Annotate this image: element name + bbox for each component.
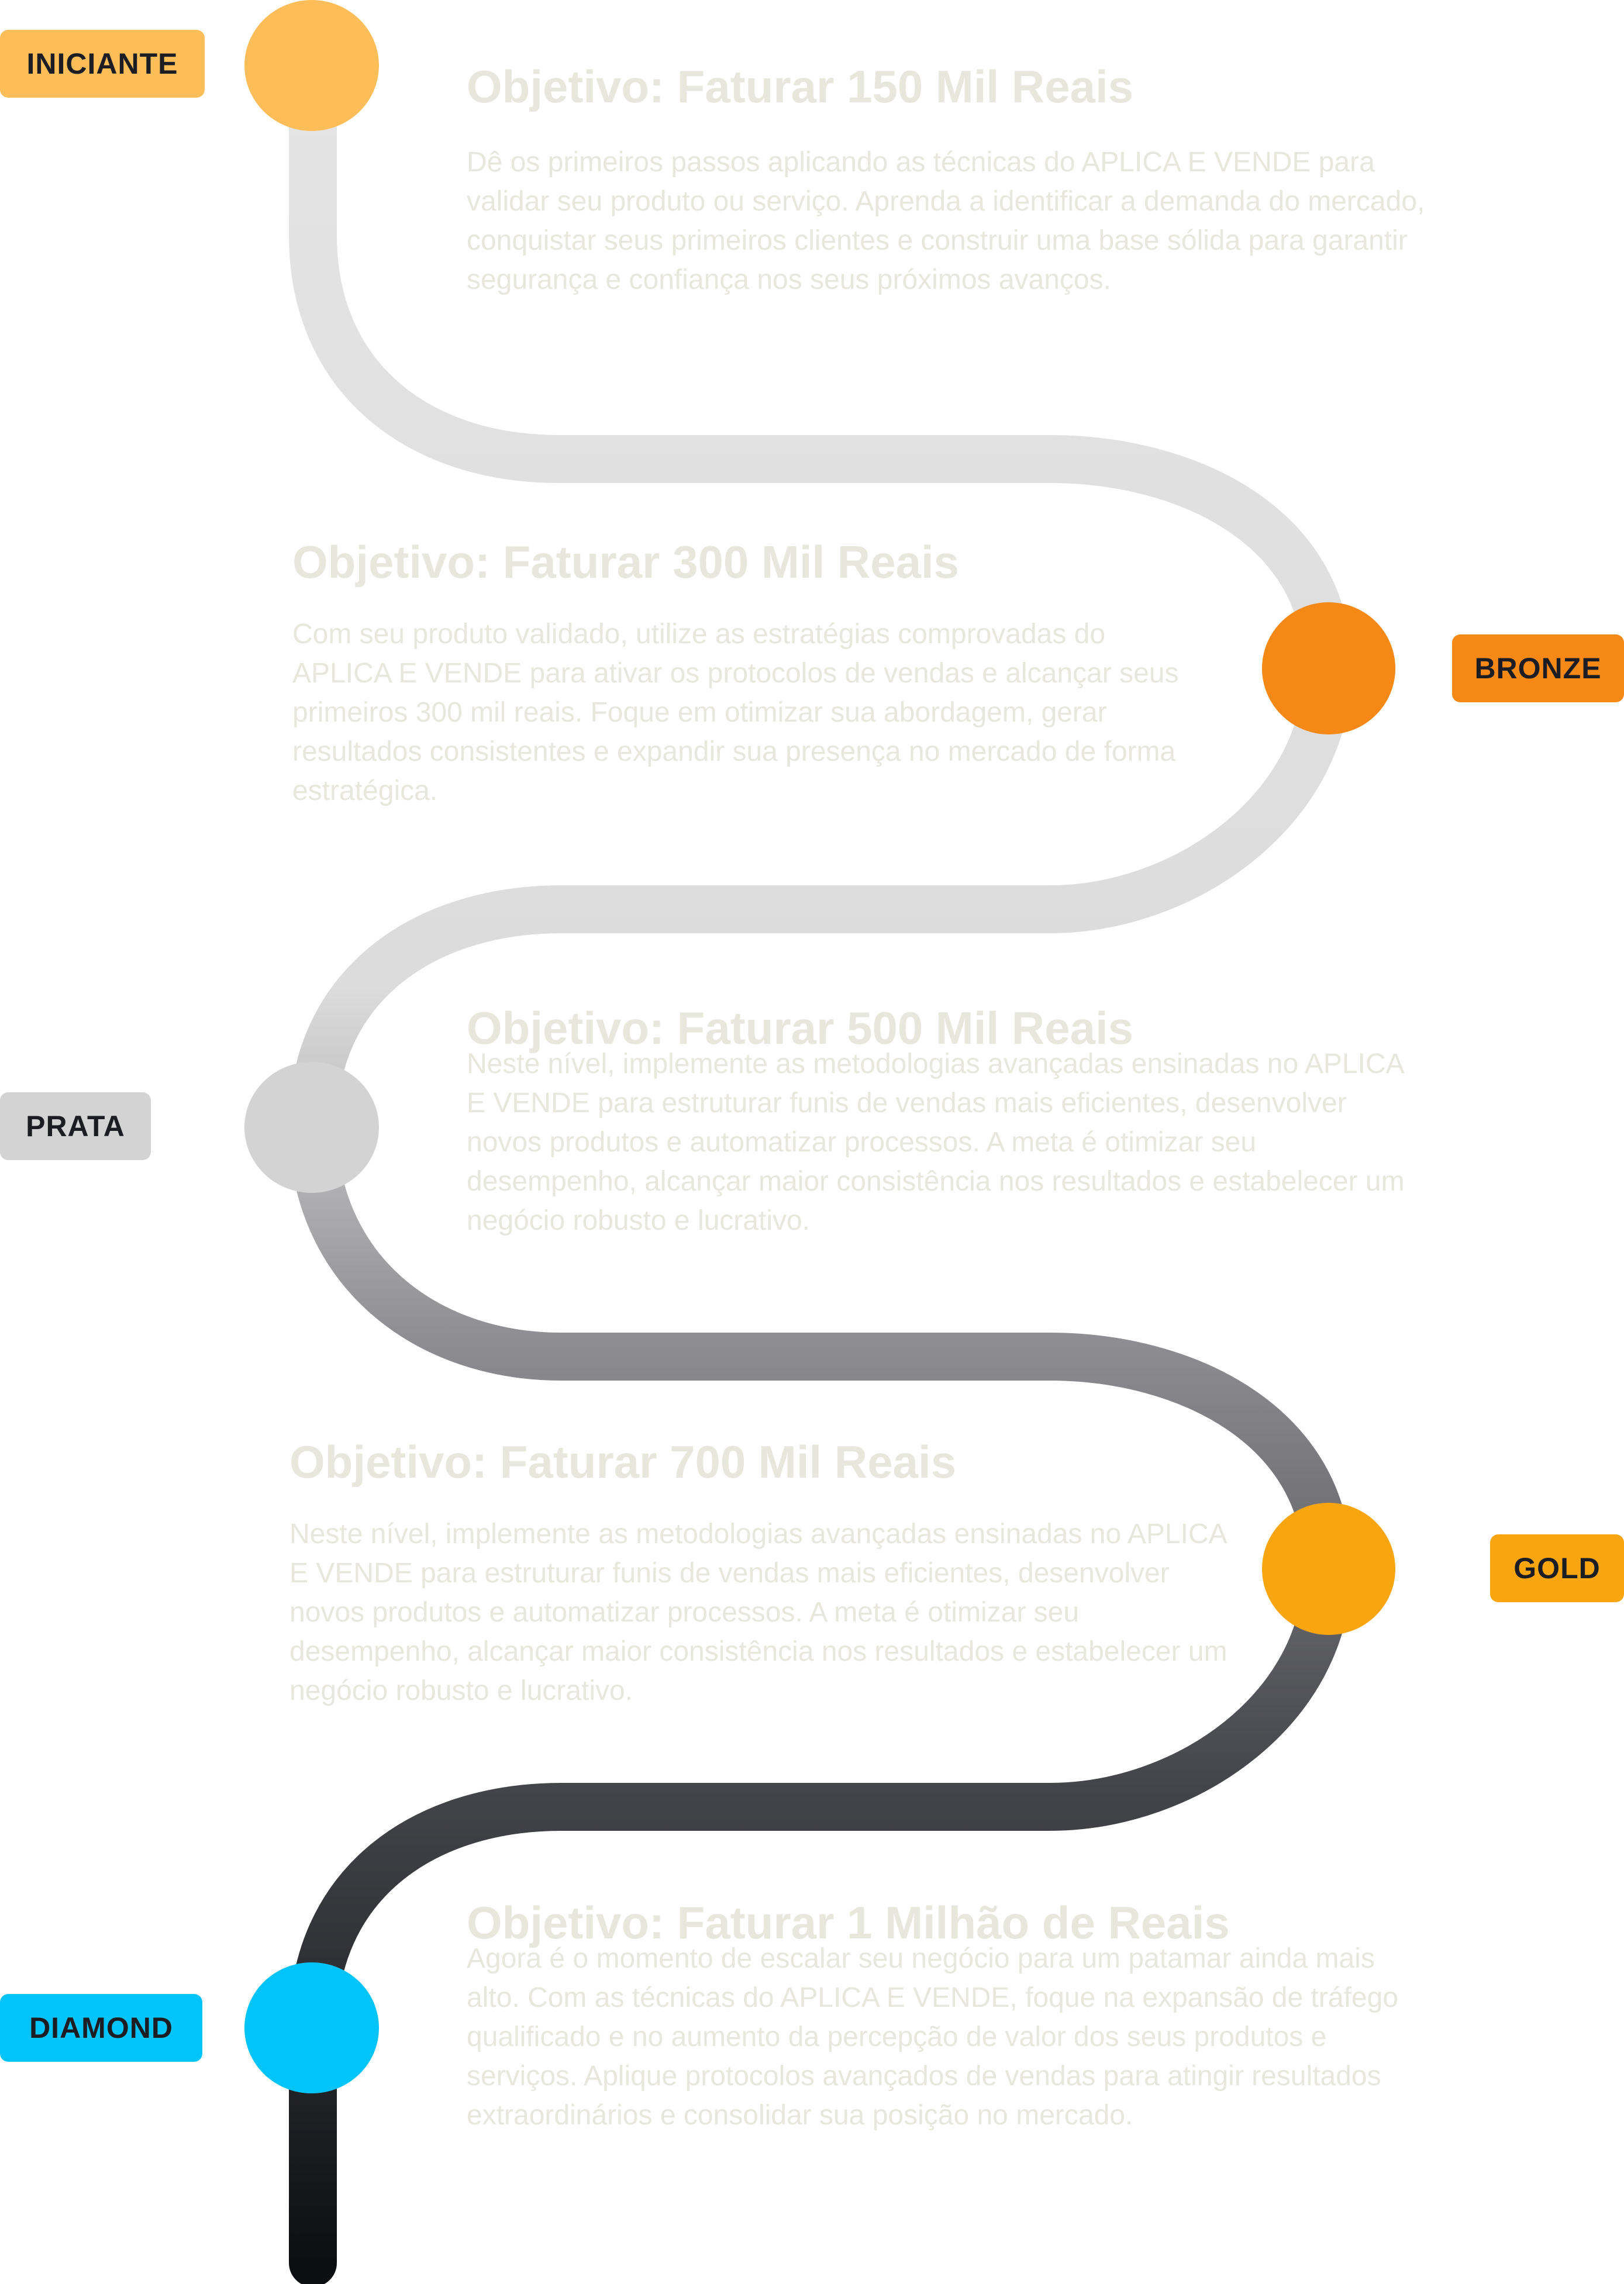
level-description-diamond: Agora é o momento de escalar seu negócio… bbox=[467, 1943, 1398, 2131]
level-badge-gold: GOLD bbox=[1490, 1534, 1624, 1602]
level-description-bronze: Com seu produto validado, utilize as est… bbox=[292, 619, 1179, 806]
level-node-gold bbox=[1262, 1503, 1395, 1635]
roadmap-diagram: INICIANTE Objetivo: Faturar 150 Mil Reai… bbox=[0, 0, 1624, 2284]
level-text-iniciante: Objetivo: Faturar 150 Mil Reais Dê os pr… bbox=[467, 58, 1437, 299]
level-description-prata: Neste nível, implemente as metodologias … bbox=[467, 1048, 1405, 1236]
level-text-gold: Objetivo: Faturar 700 Mil Reais Neste ní… bbox=[289, 1434, 1249, 1710]
level-node-bronze bbox=[1262, 602, 1395, 734]
level-description-gold: Neste nível, implemente as metodologias … bbox=[289, 1519, 1228, 1706]
level-badge-diamond: DIAMOND bbox=[0, 1994, 202, 2062]
level-node-prata bbox=[244, 1062, 379, 1193]
level-badge-iniciante: INICIANTE bbox=[0, 30, 205, 98]
level-title-gold: Objetivo: Faturar 700 Mil Reais bbox=[289, 1436, 957, 1488]
level-badge-bronze: BRONZE bbox=[1452, 634, 1624, 702]
level-node-iniciante bbox=[244, 0, 379, 131]
level-title-iniciante: Objetivo: Faturar 150 Mil Reais bbox=[467, 61, 1134, 112]
level-title-bronze: Objetivo: Faturar 300 Mil Reais bbox=[292, 536, 960, 588]
level-text-prata: Objetivo: Faturar 500 Mil Reais Neste ní… bbox=[467, 1000, 1437, 1240]
level-text-bronze: Objetivo: Faturar 300 Mil Reais Com seu … bbox=[292, 534, 1228, 810]
level-badge-prata: PRATA bbox=[0, 1092, 151, 1160]
level-description-iniciante: Dê os primeiros passos aplicando as técn… bbox=[467, 147, 1425, 295]
level-node-diamond bbox=[244, 1962, 379, 2093]
level-text-diamond: Objetivo: Faturar 1 Milhão de Reais Agor… bbox=[467, 1895, 1449, 2135]
